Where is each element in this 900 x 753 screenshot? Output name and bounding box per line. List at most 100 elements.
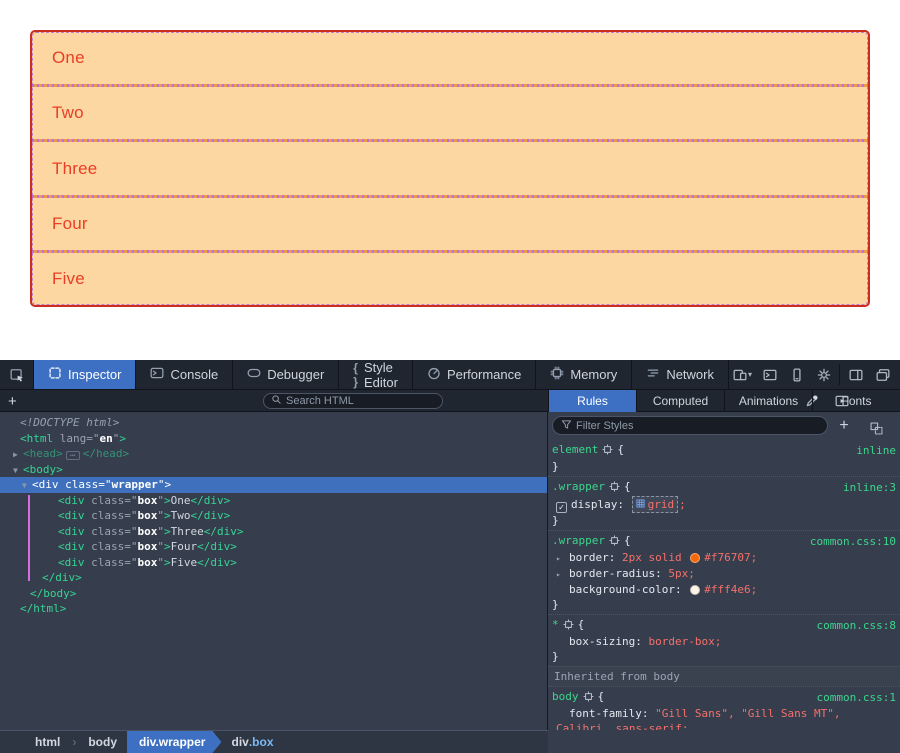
- pick-element-button[interactable]: [0, 360, 34, 389]
- split-console-icon[interactable]: [756, 360, 783, 389]
- tab-fonts[interactable]: Fonts: [813, 390, 900, 412]
- css-declaration[interactable]: font-family: "Gill Sans", "Gill Sans MT"…: [552, 706, 896, 730]
- grid-highlighter-chip[interactable]: grid: [632, 496, 679, 513]
- filter-styles-input[interactable]: [576, 420, 819, 432]
- css-declaration[interactable]: ✓display: grid;: [552, 496, 896, 513]
- code-segment: wrapper: [111, 478, 157, 491]
- breadcrumb-item[interactable]: div.wrapper: [127, 731, 221, 753]
- semicolon: ;: [688, 567, 695, 580]
- css-rule: element{inline}: [548, 440, 900, 476]
- markup-line[interactable]: </body>: [0, 586, 547, 602]
- code-segment: Three: [171, 525, 204, 538]
- markup-line[interactable]: ▶<head>…</head>: [0, 446, 547, 462]
- breadcrumb-item[interactable]: body: [78, 731, 127, 753]
- code-segment: Two: [171, 509, 191, 522]
- close-brace: }: [552, 649, 896, 664]
- selector-highlighter-icon[interactable]: [602, 445, 613, 458]
- tab-animations[interactable]: Animations: [725, 390, 813, 412]
- rule-selector[interactable]: .wrapper: [552, 534, 605, 547]
- chevron-down-icon[interactable]: ▼: [13, 463, 23, 479]
- markup-line[interactable]: <div class="box">Two</div>: [0, 508, 547, 524]
- expand-arrow-icon[interactable]: ▸: [556, 551, 569, 566]
- settings-icon[interactable]: [810, 360, 837, 389]
- rule-selector[interactable]: element: [552, 443, 598, 456]
- markup-line[interactable]: <div class="box">One</div>: [0, 493, 547, 509]
- close-brace: }: [552, 597, 896, 612]
- selector-highlighter-icon[interactable]: [609, 482, 620, 495]
- css-declaration[interactable]: box-sizing: border-box;: [552, 634, 896, 649]
- markup-line[interactable]: <!DOCTYPE html>: [0, 415, 547, 431]
- sidebar-icon[interactable]: [842, 360, 869, 389]
- tab-performance[interactable]: Performance: [413, 360, 536, 389]
- breadcrumb-item[interactable]: div.box: [221, 731, 283, 753]
- tab-rules[interactable]: Rules: [549, 390, 637, 412]
- code-segment: box: [137, 509, 157, 522]
- markup-line[interactable]: <div class="box">Three</div>: [0, 524, 547, 540]
- devtools-tabs: InspectorConsoleDebugger{ }Style EditorP…: [34, 360, 729, 389]
- collapsed-content-icon[interactable]: …: [66, 451, 80, 460]
- code-segment: </div>: [42, 571, 82, 584]
- code-segment: ": [157, 494, 164, 507]
- code-segment: <div: [58, 556, 91, 569]
- code-segment: ": [157, 525, 164, 538]
- markup-line-selected[interactable]: ▼<div class="wrapper">: [0, 477, 547, 493]
- tab-console[interactable]: Console: [136, 360, 233, 389]
- markup-line[interactable]: ▼<body>: [0, 462, 547, 478]
- toggle-classes-icon[interactable]: [864, 414, 888, 442]
- code-segment: class=": [91, 525, 137, 538]
- rule-header: element{inline: [552, 442, 896, 459]
- rule-source-link[interactable]: common.css:8: [817, 618, 896, 633]
- rule-source-link[interactable]: inline: [856, 443, 896, 458]
- add-rule-button[interactable]: +: [832, 412, 856, 440]
- markup-line[interactable]: <div class="box">Four</div>: [0, 539, 547, 555]
- tab-network[interactable]: Network: [632, 360, 729, 389]
- selector-highlighter-icon[interactable]: [609, 536, 620, 549]
- grid-box-label: One: [52, 48, 85, 68]
- breadcrumb-item[interactable]: html: [25, 731, 70, 753]
- color-swatch[interactable]: [690, 585, 700, 595]
- tab-style-editor[interactable]: { }Style Editor: [339, 360, 413, 389]
- rule-source-link[interactable]: inline:3: [843, 480, 896, 495]
- code-segment: </body>: [30, 587, 76, 600]
- add-node-button[interactable]: +: [8, 390, 17, 412]
- code-segment: >: [164, 525, 171, 538]
- chevron-right-icon[interactable]: ▶: [13, 447, 23, 463]
- rule-selector[interactable]: .wrapper: [552, 480, 605, 493]
- search-html-input[interactable]: [286, 395, 435, 407]
- tab-memory[interactable]: Memory: [536, 360, 632, 389]
- code-segment: </div>: [190, 509, 230, 522]
- tab-debugger[interactable]: Debugger: [233, 360, 339, 389]
- markup-line[interactable]: <div class="box">Five</div>: [0, 555, 547, 571]
- code-segment: One: [171, 494, 191, 507]
- rule-selector[interactable]: body: [552, 690, 579, 703]
- markup-line[interactable]: <html lang="en">: [0, 431, 547, 447]
- selector-highlighter-icon[interactable]: [583, 692, 594, 705]
- expand-arrow-icon[interactable]: ▸: [556, 567, 569, 582]
- rule-selector[interactable]: *: [552, 618, 559, 631]
- code-segment: Four: [171, 540, 198, 553]
- rule-source-link[interactable]: common.css:10: [810, 534, 896, 549]
- markup-view: <!DOCTYPE html><html lang="en">▶<head>…<…: [0, 412, 548, 730]
- color-swatch[interactable]: [690, 553, 700, 563]
- declaration-checkbox[interactable]: ✓: [556, 502, 567, 513]
- tab-inspector[interactable]: Inspector: [34, 360, 136, 389]
- code-segment: <div: [58, 509, 91, 522]
- css-declaration[interactable]: ▸border: 2px solid #f76707;: [552, 550, 896, 566]
- breadcrumb-label: div: [231, 735, 248, 749]
- code-segment: Five: [171, 556, 198, 569]
- markup-line[interactable]: </div>: [0, 570, 547, 586]
- sidebar-tabs: RulesComputedAnimationsFonts: [548, 390, 900, 412]
- responsive-icon[interactable]: ▾: [729, 360, 756, 389]
- tab-label: Memory: [570, 367, 617, 382]
- tab-computed[interactable]: Computed: [637, 390, 725, 412]
- selector-highlighter-icon[interactable]: [563, 620, 574, 633]
- close-icon[interactable]: [896, 360, 900, 389]
- rule-source-link[interactable]: common.css:1: [817, 690, 896, 705]
- markup-line[interactable]: </html>: [0, 601, 547, 617]
- window-icon[interactable]: [869, 360, 896, 389]
- css-declaration[interactable]: background-color: #fff4e6;: [552, 582, 896, 597]
- css-declaration[interactable]: ▸border-radius: 5px;: [552, 566, 896, 582]
- css-rule: .wrapper{common.css:10▸border: 2px solid…: [548, 530, 900, 614]
- chevron-down-icon[interactable]: ▼: [22, 478, 32, 494]
- device-icon[interactable]: [783, 360, 810, 389]
